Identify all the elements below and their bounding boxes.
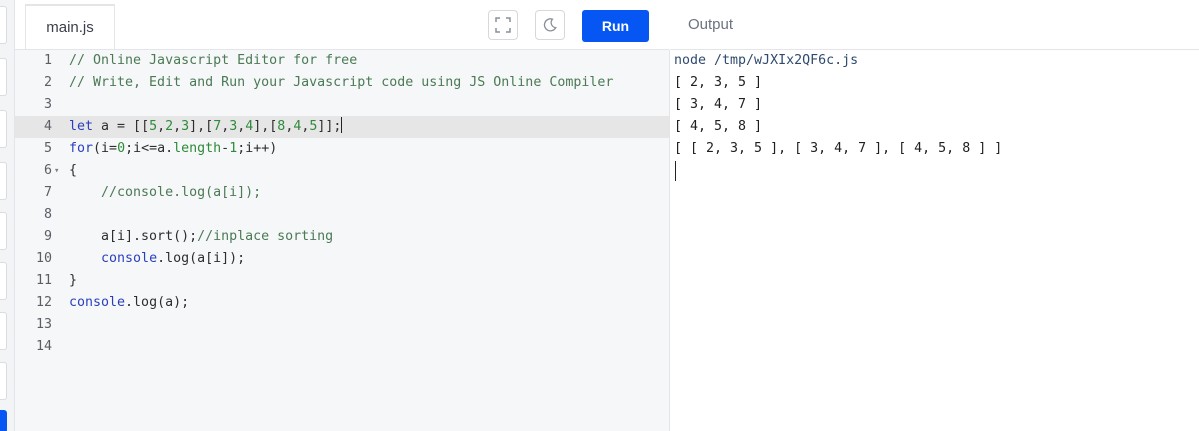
theme-toggle-button[interactable] bbox=[535, 10, 565, 40]
code-text: // Write, Edit and Run your Javascript c… bbox=[69, 72, 613, 94]
line-number: 14 bbox=[35, 339, 52, 354]
code-token: 7 bbox=[213, 119, 222, 134]
output-header: Output bbox=[670, 0, 1199, 50]
sidebar-item[interactable] bbox=[0, 58, 7, 96]
code-text: let a = [[5,2,3],[7,3,4],[8,4,5]]; bbox=[69, 116, 343, 138]
editor-header: main.js Run bbox=[15, 0, 669, 50]
code-line[interactable]: 7 //console.log(a[i]); bbox=[15, 182, 669, 204]
code-token: 1 bbox=[229, 141, 238, 156]
code-token: // Online Javascript Editor for free bbox=[69, 53, 358, 68]
code-token: 0 bbox=[117, 141, 126, 156]
code-token: console bbox=[69, 295, 126, 310]
code-token: ]]; bbox=[317, 119, 342, 134]
code-token: { bbox=[69, 163, 78, 178]
code-line[interactable]: 6 ▾ { bbox=[15, 160, 669, 182]
sidebar-item[interactable] bbox=[0, 262, 7, 300]
code-text: // Online Javascript Editor for free bbox=[69, 50, 357, 72]
line-number: 6 bbox=[43, 163, 52, 178]
sidebar-item[interactable] bbox=[0, 162, 7, 200]
line-number: 12 bbox=[35, 295, 52, 310]
code-line[interactable]: 4 let a = [[5,2,3],[7,3,4],[8,4,5]]; bbox=[15, 116, 669, 138]
code-token: // Write, Edit and Run your Javascript c… bbox=[69, 75, 614, 90]
code-text: a[i].sort();//inplace sorting bbox=[69, 226, 333, 248]
code-token: ;i<=a. bbox=[125, 141, 174, 156]
line-number: 2 bbox=[43, 75, 52, 90]
line-number: 5 bbox=[43, 141, 52, 156]
code-token: 5 bbox=[149, 119, 158, 134]
output-line: [ 3, 4, 7 ] bbox=[674, 97, 763, 112]
code-token: a[i].sort(); bbox=[69, 229, 198, 244]
code-token: .log(a[i]); bbox=[157, 251, 246, 266]
sidebar-item[interactable] bbox=[0, 362, 7, 400]
code-line[interactable]: 14 bbox=[15, 336, 669, 358]
code-line[interactable]: 13 bbox=[15, 314, 669, 336]
code-text: //console.log(a[i]); bbox=[69, 182, 261, 204]
app-root: main.js Run 1 // Online Javascript Editor… bbox=[0, 0, 1199, 431]
file-tab-main-js[interactable]: main.js bbox=[25, 4, 115, 49]
code-token: //inplace sorting bbox=[197, 229, 334, 244]
sidebar-item[interactable] bbox=[0, 312, 7, 350]
output-title: Output bbox=[688, 16, 734, 33]
code-token: 3 bbox=[181, 119, 190, 134]
fullscreen-button[interactable] bbox=[488, 10, 518, 40]
output-cursor bbox=[675, 161, 676, 181]
code-line[interactable]: 10 console.log(a[i]); bbox=[15, 248, 669, 270]
text-cursor bbox=[341, 117, 343, 133]
code-token: - bbox=[221, 141, 230, 156]
code-token: console bbox=[101, 251, 158, 266]
moon-icon bbox=[543, 18, 557, 32]
left-sidebar bbox=[0, 0, 15, 431]
code-token: ;i++) bbox=[237, 141, 278, 156]
code-token: ],[ bbox=[189, 119, 214, 134]
line-number: 10 bbox=[35, 251, 52, 266]
sidebar-item[interactable] bbox=[0, 110, 7, 148]
code-token: a = [[ bbox=[93, 119, 150, 134]
line-number: 4 bbox=[43, 119, 52, 134]
line-number: 3 bbox=[43, 97, 52, 112]
code-token: , bbox=[173, 119, 182, 134]
code-line[interactable]: 3 bbox=[15, 94, 669, 116]
line-number: 9 bbox=[43, 229, 52, 244]
code-text: { bbox=[69, 160, 77, 182]
sidebar-item-active[interactable] bbox=[0, 410, 7, 431]
code-token: for bbox=[69, 141, 94, 156]
output-line: [ [ 2, 3, 5 ], [ 3, 4, 7 ], [ 4, 5, 8 ] … bbox=[674, 141, 1003, 156]
sidebar-item[interactable] bbox=[0, 212, 7, 250]
code-text: console.log(a[i]); bbox=[69, 248, 245, 270]
fold-toggle-icon[interactable]: ▾ bbox=[54, 160, 59, 182]
line-number: 8 bbox=[43, 207, 52, 222]
output-line: [ 4, 5, 8 ] bbox=[674, 119, 763, 134]
code-token: } bbox=[69, 273, 78, 288]
code-line[interactable]: 8 bbox=[15, 204, 669, 226]
code-text: for(i=0;i<=a.length-1;i++) bbox=[69, 138, 277, 160]
code-token: 2 bbox=[165, 119, 174, 134]
code-line[interactable]: 1 // Online Javascript Editor for free bbox=[15, 50, 669, 72]
code-token: let bbox=[69, 119, 94, 134]
code-token: , bbox=[157, 119, 166, 134]
code-line[interactable]: 9 a[i].sort();//inplace sorting bbox=[15, 226, 669, 248]
code-token: length bbox=[173, 141, 222, 156]
code-text: console.log(a); bbox=[69, 292, 189, 314]
fullscreen-icon bbox=[495, 17, 511, 33]
output-command-line: node /tmp/wJXIx2QF6c.js bbox=[674, 53, 859, 68]
output-panel[interactable]: node /tmp/wJXIx2QF6c.js [ 2, 3, 5 ] [ 3, 4… bbox=[670, 50, 1199, 431]
line-number: 11 bbox=[35, 273, 52, 288]
code-line[interactable]: 2 // Write, Edit and Run your Javascript … bbox=[15, 72, 669, 94]
code-token: .log(a); bbox=[125, 295, 190, 310]
code-line[interactable]: 11} bbox=[15, 270, 669, 292]
run-button[interactable]: Run bbox=[582, 10, 649, 42]
code-token: (i= bbox=[93, 141, 118, 156]
line-number: 1 bbox=[43, 53, 52, 68]
code-line[interactable]: 12 console.log(a); bbox=[15, 292, 669, 314]
output-line: [ 2, 3, 5 ] bbox=[674, 75, 763, 90]
line-number: 7 bbox=[43, 185, 52, 200]
sidebar-item[interactable] bbox=[0, 6, 7, 44]
code-line[interactable]: 5 for(i=0;i<=a.length-1;i++) bbox=[15, 138, 669, 160]
code-editor[interactable]: 1 // Online Javascript Editor for free 2 //… bbox=[15, 50, 670, 431]
line-number: 13 bbox=[35, 317, 52, 332]
code-token: ],[ bbox=[253, 119, 278, 134]
code-token: //console.log(a[i]); bbox=[69, 185, 262, 200]
code-text: } bbox=[69, 270, 77, 292]
